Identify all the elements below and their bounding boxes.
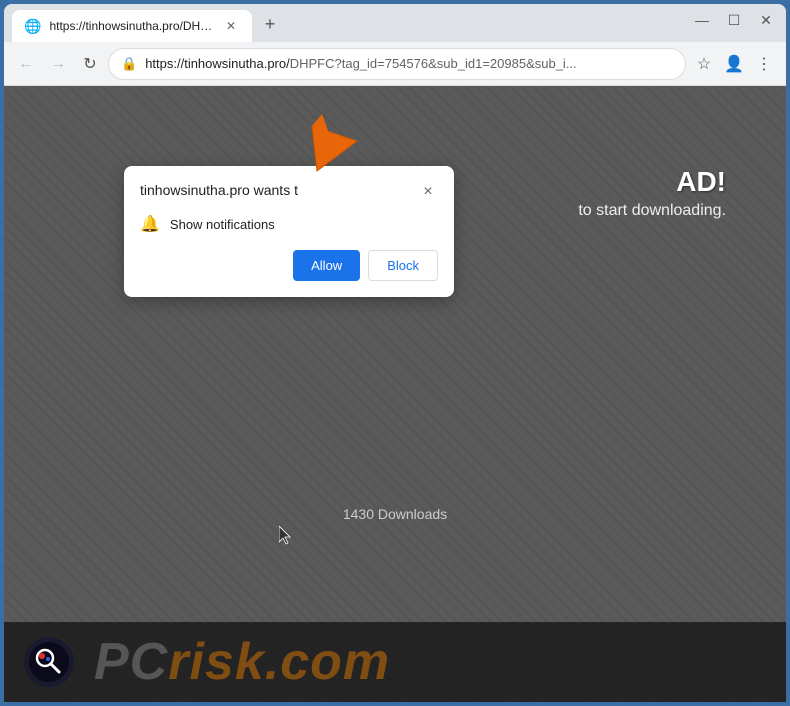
popup-buttons: Allow Block (140, 250, 438, 281)
browser-window: 🌐 https://tinhowsinutha.pro/DHPF... ✕ + … (4, 4, 786, 702)
bell-icon: 🔔 (140, 214, 160, 234)
pcrisk-text-com: .com (265, 633, 390, 691)
new-tab-button[interactable]: + (256, 10, 284, 38)
menu-button[interactable]: ⋮ (750, 50, 778, 78)
refresh-button[interactable]: ↻ (76, 50, 104, 78)
back-button[interactable]: ← (12, 50, 40, 78)
pcrisk-text-risk: risk (168, 633, 265, 691)
tab-title: https://tinhowsinutha.pro/DHPF... (49, 19, 214, 33)
pcrisk-text-block: PCrisk.com (94, 632, 390, 692)
notification-label: Show notifications (170, 217, 275, 232)
toolbar-right: ☆ 👤 ⋮ (690, 50, 778, 78)
page-subtext: to start downloading. (578, 202, 726, 220)
block-button[interactable]: Block (368, 250, 438, 281)
tab-close-button[interactable]: ✕ (222, 17, 240, 35)
address-text: https://tinhowsinutha.pro/DHPFC?tag_id=7… (145, 56, 673, 71)
lock-icon: 🔒 (121, 56, 137, 72)
bookmark-button[interactable]: ☆ (690, 50, 718, 78)
address-bar-row: ← → ↻ 🔒 https://tinhowsinutha.pro/DHPFC?… (4, 42, 786, 86)
active-tab[interactable]: 🌐 https://tinhowsinutha.pro/DHPF... ✕ (12, 10, 252, 42)
allow-button[interactable]: Allow (293, 250, 360, 281)
page-content: AD! to start downloading. (578, 166, 726, 220)
window-controls: — ☐ ✕ (692, 10, 776, 30)
forward-button[interactable]: → (44, 50, 72, 78)
popup-notification-row: 🔔 Show notifications (140, 214, 438, 234)
profile-button[interactable]: 👤 (720, 50, 748, 78)
minimize-button[interactable]: — (692, 10, 712, 30)
popup-close-button[interactable]: × (418, 182, 438, 202)
tab-favicon: 🌐 (24, 18, 41, 35)
downloads-count: 1430 Downloads (343, 506, 447, 522)
address-bar[interactable]: 🔒 https://tinhowsinutha.pro/DHPFC?tag_id… (108, 48, 686, 80)
close-button[interactable]: ✕ (756, 10, 776, 30)
address-domain: https://tinhowsinutha.pro/ (145, 56, 290, 71)
arrow-indicator (302, 106, 382, 191)
address-path: DHPFC?tag_id=754576&sub_id1=20985&sub_i.… (290, 56, 577, 71)
browser-content: AD! to start downloading. 1430 Downloads… (4, 86, 786, 702)
pcrisk-watermark: PCrisk.com (4, 622, 786, 702)
notification-popup: tinhowsinutha.pro wants t × 🔔 Show notif… (124, 166, 454, 297)
pcrisk-text-pc: PC (94, 633, 168, 691)
page-headline: AD! (578, 166, 726, 198)
popup-header: tinhowsinutha.pro wants t × (140, 182, 438, 202)
maximize-button[interactable]: ☐ (724, 10, 744, 30)
pcrisk-logo (24, 637, 74, 687)
tab-bar: 🌐 https://tinhowsinutha.pro/DHPF... ✕ + … (4, 4, 786, 42)
